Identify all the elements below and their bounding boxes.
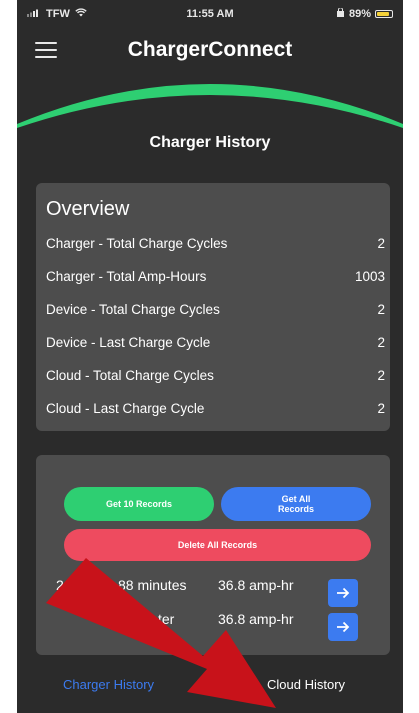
records-card: Get 10 Records Get All Records Delete Al…: [36, 455, 390, 655]
stat-label: Cloud - Total Charge Cycles: [46, 368, 214, 383]
stat-label: Charger - Total Amp-Hours: [46, 269, 207, 284]
get-all-records-button[interactable]: Get All Records: [221, 487, 371, 521]
stat-value: 2: [377, 401, 385, 416]
arrow-right-icon: [337, 587, 350, 599]
battery-percent: 89%: [348, 8, 371, 20]
stat-label: Device - Last Charge Cycle: [46, 335, 211, 350]
stat-row: Charger - Total Charge Cycles 2: [46, 236, 385, 256]
get-10-records-button[interactable]: Get 10 Records: [64, 487, 214, 521]
record-amp-hours: 36.8 amp-hr: [218, 611, 294, 627]
tab-cloud-history[interactable]: Cloud History: [267, 677, 345, 692]
record-row: ter 36.8 amp-hr: [36, 605, 390, 641]
stat-row: Cloud - Total Charge Cycles 2: [46, 368, 385, 388]
record-index: 2: [56, 577, 64, 593]
record-amp-hours: 36.8 amp-hr: [218, 577, 294, 593]
stat-row: Cloud - Last Charge Cycle 2: [46, 401, 385, 421]
tab-bar: Charger History Cloud History: [17, 663, 403, 713]
delete-all-records-button[interactable]: Delete All Records: [64, 529, 371, 561]
record-duration: ter: [158, 611, 175, 627]
stat-value: 1003: [354, 269, 385, 284]
record-duration: 88 minutes: [118, 577, 187, 593]
status-right: 89%: [336, 7, 393, 20]
battery-icon: [375, 10, 393, 18]
phone-screen: TFW 11:55 AM 89% ChargerConnect Charger …: [17, 0, 403, 713]
stat-row: Device - Total Charge Cycles 2: [46, 302, 385, 322]
app-title: ChargerConnect: [127, 38, 293, 61]
record-detail-button[interactable]: [328, 579, 358, 607]
status-bar: TFW 11:55 AM 89%: [17, 0, 403, 28]
battery-fill: [377, 12, 390, 16]
stat-value: 2: [377, 236, 385, 251]
stat-row: Charger - Total Amp-Hours 1003: [46, 269, 385, 289]
stat-value: 2: [377, 302, 385, 317]
record-row: 2 88 minutes 36.8 amp-hr: [36, 571, 390, 607]
stat-value: 2: [377, 335, 385, 350]
orientation-lock-icon: [336, 7, 345, 20]
stat-label: Charger - Total Charge Cycles: [46, 236, 228, 251]
record-detail-button[interactable]: [328, 613, 358, 641]
stat-value: 2: [377, 368, 385, 383]
arrow-right-icon: [337, 621, 350, 633]
overview-title: Overview: [46, 198, 130, 220]
get-all-records-label: Get All Records: [277, 494, 314, 514]
stat-row: Device - Last Charge Cycle 2: [46, 335, 385, 355]
page-title: Charger History: [149, 134, 271, 151]
stat-label: Device - Total Charge Cycles: [46, 302, 220, 317]
overview-card: Overview Charger - Total Charge Cycles 2…: [36, 183, 390, 431]
tab-charger-history[interactable]: Charger History: [63, 677, 154, 692]
header-arc-decoration: [17, 84, 403, 128]
stat-label: Cloud - Last Charge Cycle: [46, 401, 205, 416]
